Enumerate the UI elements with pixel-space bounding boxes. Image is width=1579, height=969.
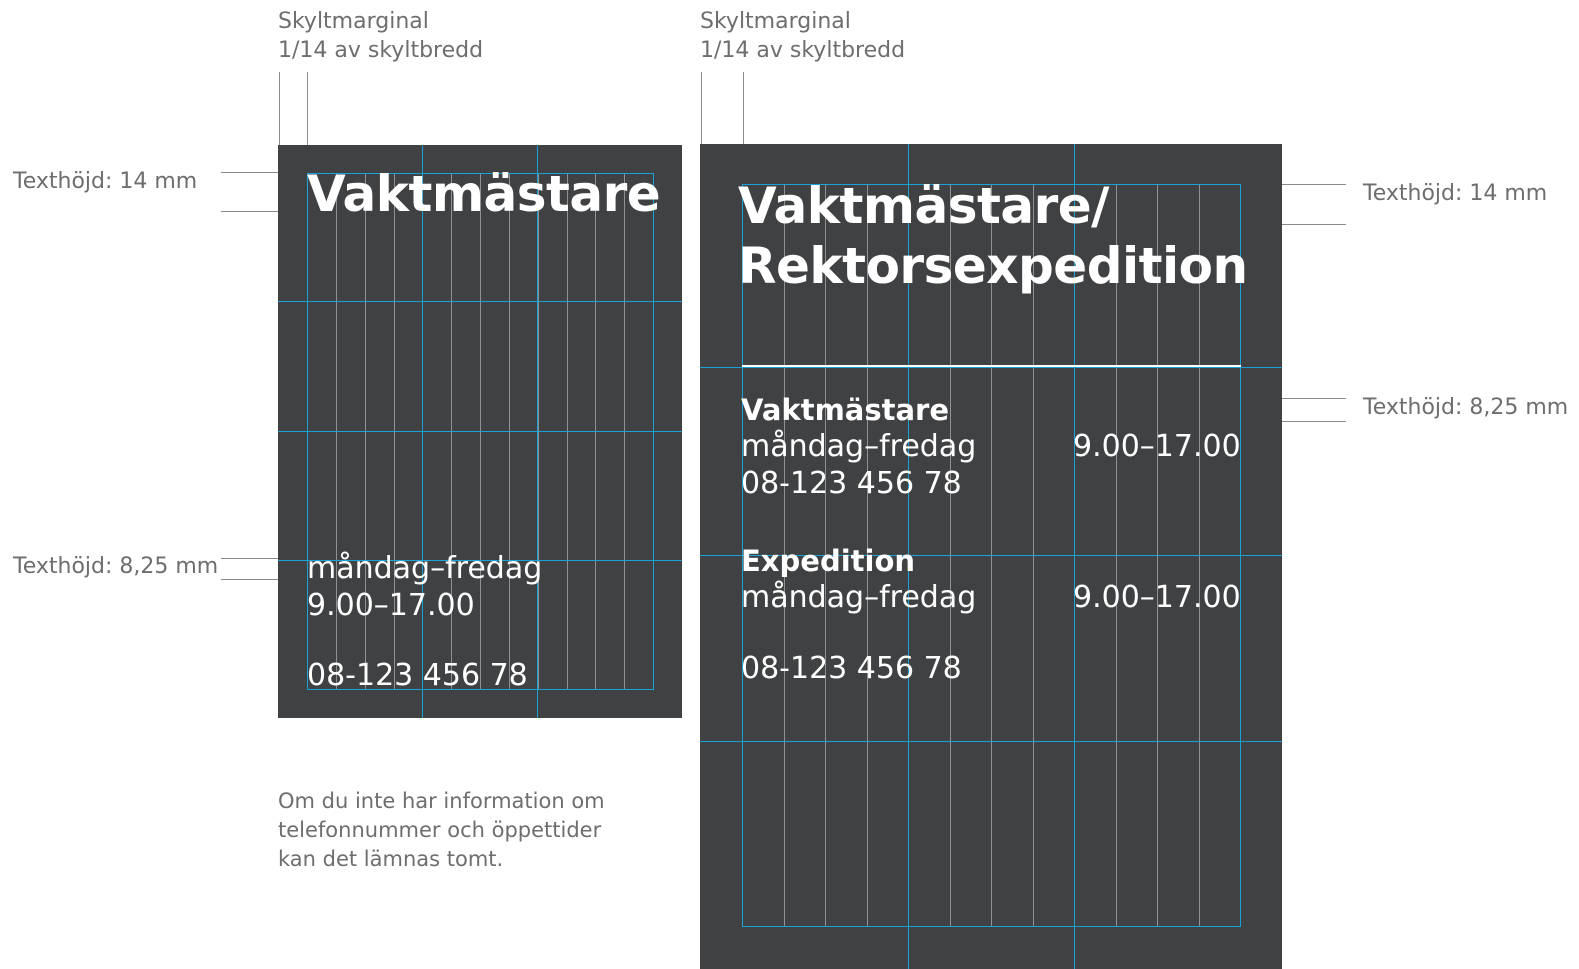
left-margin-label: Skyltmarginal 1/14 av skyltbredd <box>278 7 483 65</box>
right-sign-title-line1: Vaktmästare/ <box>738 177 1109 235</box>
right-margin-label-line1: Skyltmarginal <box>700 9 851 34</box>
left-body-height-label: Texthöjd: 8,25 mm <box>13 554 219 579</box>
left-sign-hours: 9.00–17.00 <box>307 588 475 623</box>
section1-phone: 08-123 456 78 <box>741 466 962 501</box>
description-line-2: telefonnummer och öppettider <box>278 818 602 842</box>
left-sign-panel: Vaktmästare måndag–fredag 9.00–17.00 08-… <box>278 145 682 718</box>
right-sign-panel: Vaktmästare/ Rektorsexpedition Vaktmästa… <box>700 144 1282 969</box>
left-sign-description: Om du inte har information om telefonnum… <box>278 787 605 874</box>
left-sign-title: Vaktmästare <box>307 165 661 223</box>
right-sign-divider <box>742 365 1241 367</box>
section2-heading: Expedition <box>741 544 916 578</box>
left-sign-grid <box>278 145 682 718</box>
section2-phone: 08-123 456 78 <box>741 651 962 686</box>
description-line-3: kan det lämnas tomt. <box>278 847 504 871</box>
description-line-1: Om du inte har information om <box>278 789 605 813</box>
right-margin-label: Skyltmarginal 1/14 av skyltbredd <box>700 7 905 65</box>
left-sign-days: måndag–fredag <box>307 551 543 586</box>
section2-hours: 9.00–17.00 <box>1073 580 1241 615</box>
right-margin-label-line2: 1/14 av skyltbredd <box>700 38 906 63</box>
left-sign-phone: 08-123 456 78 <box>307 658 528 693</box>
left-margin-label-line1: Skyltmarginal <box>278 9 429 34</box>
left-title-height-label: Texthöjd: 14 mm <box>13 169 198 194</box>
section1-days: måndag–fredag <box>741 429 977 464</box>
section1-hours: 9.00–17.00 <box>1073 429 1241 464</box>
section2-days: måndag–fredag <box>741 580 977 615</box>
right-title-height-label: Texthöjd: 14 mm <box>1363 181 1548 206</box>
left-margin-label-line2: 1/14 av skyltbredd <box>278 38 484 63</box>
right-body-height-label: Texthöjd: 8,25 mm <box>1363 395 1569 420</box>
right-sign-title-line2: Rektorsexpedition <box>738 237 1248 295</box>
section1-heading: Vaktmästare <box>741 393 950 427</box>
